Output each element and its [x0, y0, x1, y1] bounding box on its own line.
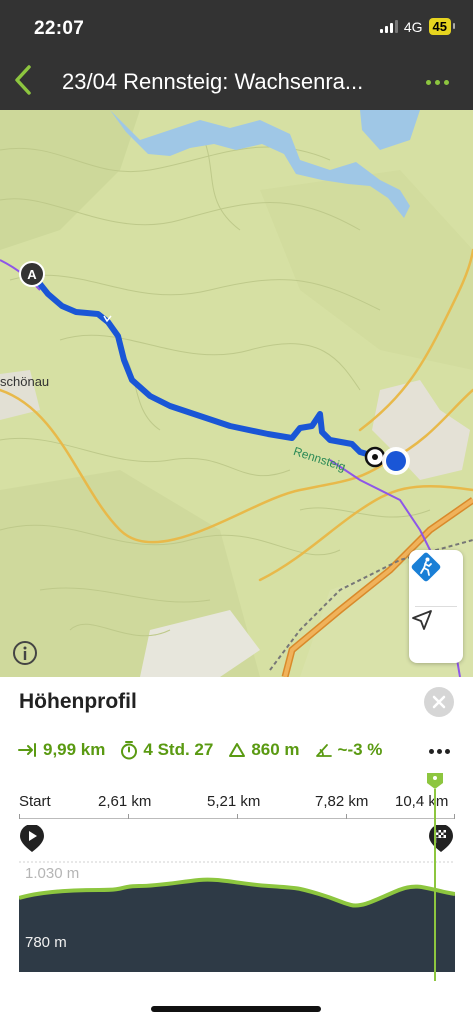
axis-label-start: Start — [19, 793, 51, 810]
signal-icon — [379, 20, 398, 33]
map-controls — [409, 550, 463, 663]
axis-label-3: 7,82 km — [315, 793, 369, 810]
stat-duration: 4 Std. 27 — [120, 740, 213, 760]
location-arrow-icon — [412, 610, 432, 630]
more-dots-icon — [425, 79, 431, 85]
page-title: 23/04 Rennsteig: Wachsenra... — [62, 69, 364, 94]
svg-text:A: A — [27, 267, 37, 282]
tour-stats: 9,99 km 4 Std. 27 860 m ~-3 % — [18, 738, 458, 762]
stat-ascent: 860 m — [228, 740, 300, 760]
play-icon — [20, 825, 44, 852]
map-info-button[interactable] — [12, 640, 38, 666]
back-button[interactable] — [8, 62, 38, 98]
current-location-dot — [382, 447, 410, 475]
axis-label-1: 2,61 km — [98, 793, 152, 810]
gradient-icon — [315, 744, 332, 757]
network-type: 4G — [403, 18, 423, 35]
elevation-profile-sheet: Höhenprofil 9,99 km 4 Std. 27 860 m ~-3 … — [0, 677, 473, 1024]
close-icon — [432, 695, 446, 709]
elevation-low-label: 780 m — [25, 934, 67, 951]
battery-level: 45 — [428, 18, 456, 35]
axis-label-2: 5,21 km — [207, 793, 261, 810]
app-header: 22:07 4G 45 23/04 Rennsteig: Wachsenra..… — [0, 0, 473, 110]
distance-axis: Start 2,61 km 5,21 km 7,82 km 10,4 km — [19, 790, 455, 820]
info-icon — [13, 641, 37, 665]
more-dots-icon — [429, 748, 434, 754]
more-options-button[interactable] — [421, 72, 453, 92]
status-indicators: 4G 45 — [379, 18, 456, 35]
start-marker[interactable]: A — [18, 260, 46, 288]
stat-distance: 9,99 km — [18, 740, 105, 760]
place-label: schönau — [0, 374, 50, 389]
locate-me-button[interactable] — [409, 607, 463, 663]
elevation-chart[interactable]: 1.030 m 780 m — [19, 860, 455, 972]
hiking-direction-icon — [411, 552, 441, 582]
stopwatch-icon — [121, 741, 138, 760]
close-button[interactable] — [424, 687, 454, 717]
map-canvas[interactable] — [0, 110, 473, 677]
sheet-title: Höhenprofil — [19, 690, 137, 713]
chevron-left-icon — [15, 65, 31, 95]
map-view[interactable]: A schönau Rennsteig — [0, 110, 473, 677]
profile-position-marker[interactable] — [426, 771, 444, 983]
distance-icon — [18, 743, 36, 757]
stat-gradient: ~-3 % — [315, 740, 382, 760]
home-indicator[interactable] — [151, 1006, 321, 1012]
ascent-icon — [229, 743, 246, 757]
elevation-high-label: 1.030 m — [25, 865, 80, 882]
hiking-navigation-button[interactable] — [409, 550, 463, 606]
stats-more-button[interactable] — [429, 747, 453, 755]
status-time: 22:07 — [34, 18, 85, 39]
